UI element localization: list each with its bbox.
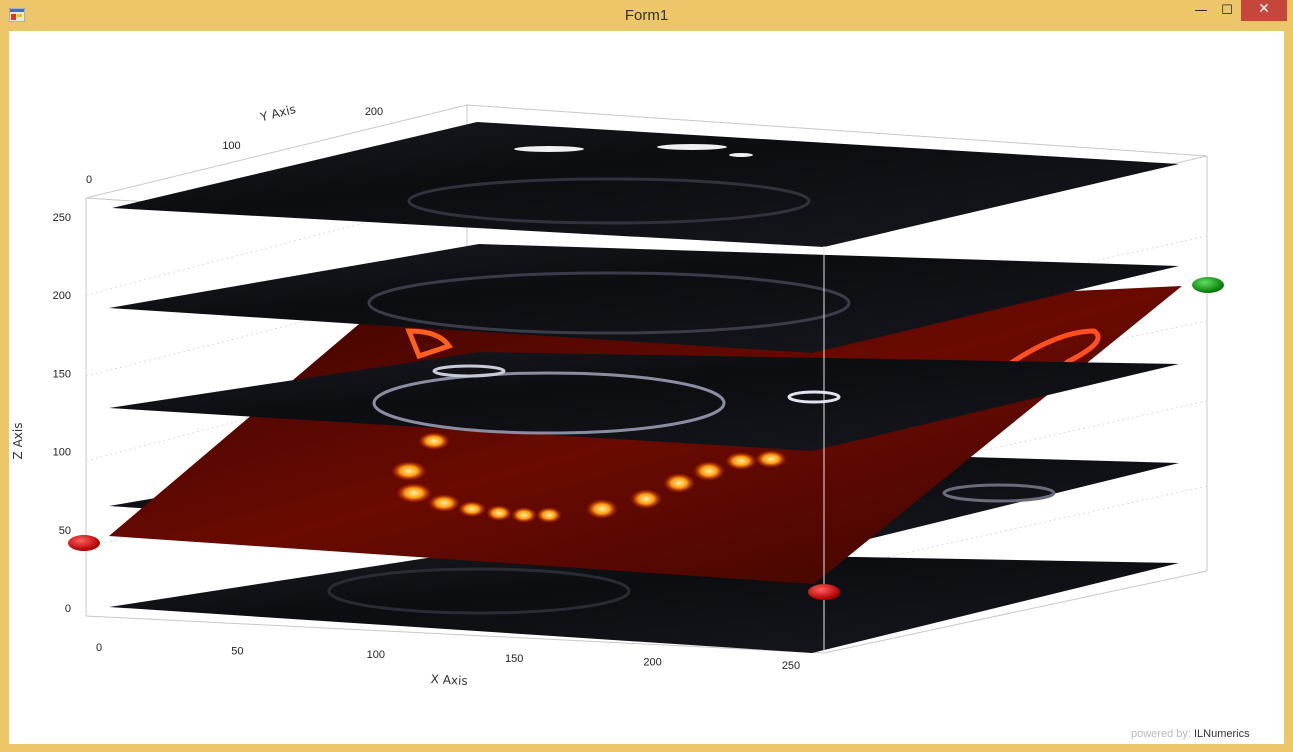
app-window: Form1 — ☐ ✕ 0 50 100 150 200 250 0 50 10… <box>0 0 1293 752</box>
maximize-button[interactable]: ☐ <box>1214 2 1240 24</box>
z-tick-label: 0 <box>65 603 71 615</box>
x-tick-label: 50 <box>231 646 243 658</box>
x-tick-label: 200 <box>643 656 661 668</box>
handle-red-front[interactable] <box>808 584 840 600</box>
y-tick-label: 100 <box>222 140 240 152</box>
z-tick-label: 200 <box>53 290 71 302</box>
handle-red-left[interactable] <box>68 535 100 551</box>
plot-canvas[interactable]: 0 50 100 150 200 250 0 50 100 150 200 250 0 100 200 … <box>9 31 1284 744</box>
slice-volume-plot[interactable]: 050100150200250 0 50 100 150 200 250 0100200 … <box>9 31 1284 744</box>
x-tick-label: 250 <box>782 660 800 672</box>
x-tick-label: 100 <box>367 649 385 661</box>
y-tick-label: 200 <box>365 106 383 118</box>
y-tick-label: 0 <box>86 174 92 186</box>
minimize-icon: — <box>1194 3 1208 18</box>
maximize-icon: ☐ <box>1221 3 1233 18</box>
close-button[interactable]: ✕ <box>1241 0 1287 21</box>
y-axis-title: Y Axis <box>258 102 297 125</box>
minimize-button[interactable]: — <box>1188 2 1214 24</box>
brand-name: ILNumerics <box>1194 728 1250 740</box>
z-axis-title: Z Axis <box>11 423 25 460</box>
close-icon: ✕ <box>1258 1 1270 17</box>
z-ticks: 0 50 100 150 200 250 <box>53 212 71 615</box>
x-tick-label: 0 <box>96 642 102 654</box>
z-tick-label: 50 <box>59 525 71 537</box>
title-bar[interactable]: Form1 — ☐ ✕ <box>0 0 1293 31</box>
x-tick-label: 150 <box>505 653 523 665</box>
slice-z255[interactable] <box>112 122 1179 247</box>
x-axis-title: X Axis <box>430 672 468 688</box>
z-tick-label: 250 <box>53 212 71 224</box>
z-tick-label: 150 <box>53 368 71 380</box>
powered-by-label: powered by: ILNumerics <box>1131 728 1250 740</box>
window-title: Form1 <box>624 7 669 24</box>
powered-by-text: powered by: <box>1131 728 1191 740</box>
z-tick-label: 100 <box>53 447 71 459</box>
handle-green-right[interactable] <box>1192 277 1224 293</box>
